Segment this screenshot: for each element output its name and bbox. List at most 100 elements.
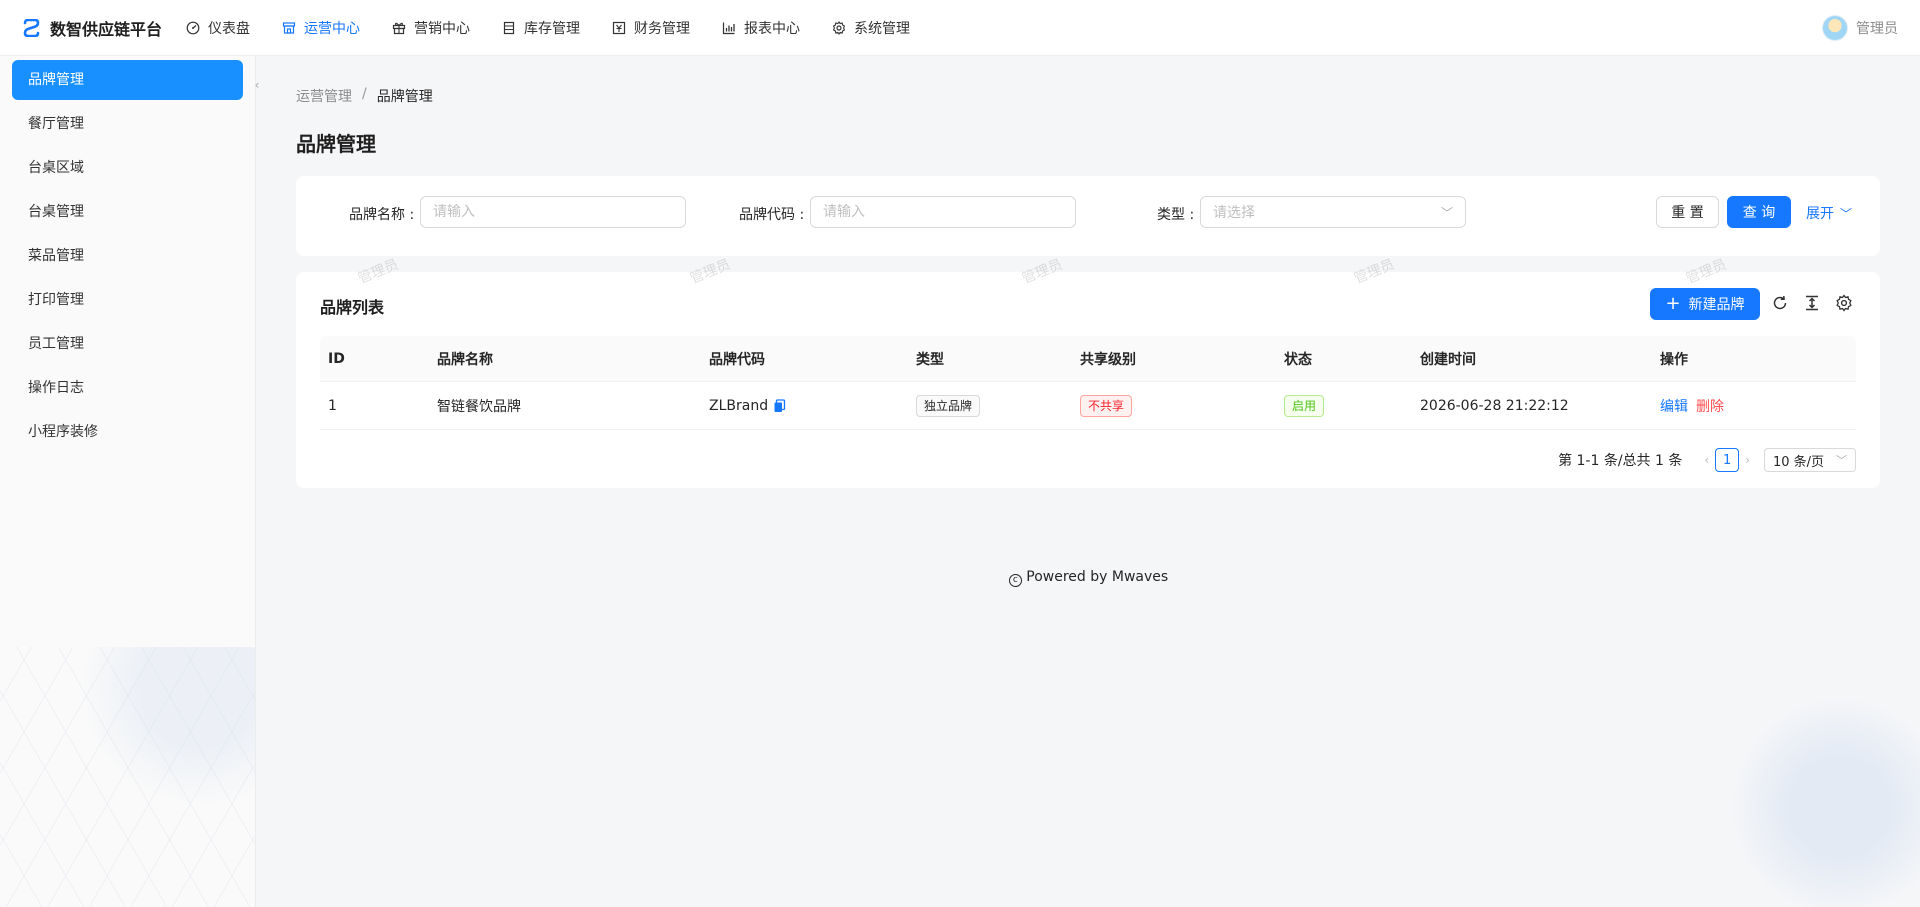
list-title: 品牌列表	[320, 298, 385, 317]
nav-item-dashboard[interactable]: 仪表盘	[186, 0, 250, 56]
shop-icon	[282, 21, 296, 34]
column-header-created-at: 创建时间	[1420, 351, 1476, 368]
brand-title: 数智供应链平台	[50, 19, 163, 39]
breadcrumb-parent[interactable]: 运营管理	[296, 86, 352, 106]
column-header-id: ID	[328, 350, 345, 367]
chevron-left-icon[interactable]: ‹	[1704, 453, 1709, 467]
type-select-placeholder: 请选择	[1213, 205, 1255, 221]
brand-code-input[interactable]	[810, 196, 1076, 228]
breadcrumb-separator: /	[362, 86, 367, 102]
brand-name-input[interactable]	[420, 196, 686, 228]
expand-label: 展开	[1806, 206, 1834, 222]
brand-code-label: 品牌代码 :	[739, 207, 805, 223]
nav-item-label: 仪表盘	[208, 20, 250, 37]
chevron-down-icon: ﹀	[1840, 206, 1853, 221]
nav-item-operations[interactable]: 运营中心	[282, 0, 360, 56]
search-form: 品牌名称 : 品牌代码 : 类型 : 请选择 ﹀ 重 置 查 询 展开 ﹀	[296, 176, 1880, 256]
cell-status: 启用	[1284, 382, 1325, 429]
nav-item-marketing[interactable]: 营销中心	[392, 0, 470, 56]
nav-item-label: 运营中心	[304, 20, 360, 37]
column-header-name: 品牌名称	[437, 351, 493, 368]
column-header-type: 类型	[916, 351, 944, 368]
user-menu[interactable]: 管理员	[1822, 0, 1898, 56]
edit-link[interactable]: 编辑	[1660, 396, 1688, 416]
nav-item-finance[interactable]: 财务管理	[612, 0, 690, 56]
top-header: 数智供应链平台 仪表盘 运营中心 营销中心 库存管理 财务管理 报表中心 系统管…	[0, 0, 1920, 56]
bar-chart-icon	[722, 22, 735, 34]
column-header-actions: 操作	[1660, 351, 1688, 368]
sidebar-item-dish[interactable]: 菜品管理	[12, 236, 243, 276]
top-nav: 仪表盘 运营中心 营销中心 库存管理 财务管理 报表中心 系统管理	[186, 0, 942, 56]
sidebar-item-table[interactable]: 台桌管理	[12, 192, 243, 232]
pagination-total: 第 1-1 条/总共 1 条	[1558, 453, 1683, 469]
sidebar-item-table-area[interactable]: 台桌区域	[12, 148, 243, 188]
sidebar-item-print[interactable]: 打印管理	[12, 280, 243, 320]
brand[interactable]: 数智供应链平台	[0, 16, 186, 40]
sidebar: 品牌管理 餐厅管理 台桌区域 台桌管理 菜品管理 打印管理 员工管理 操作日志 …	[0, 56, 256, 907]
brand-list-card: 品牌列表 + 新建品牌 ID 品牌名称 品牌代码 类型 共享级别 状态 创建时间	[296, 272, 1880, 488]
table-header: ID 品牌名称 品牌代码 类型 共享级别 状态 创建时间 操作	[320, 336, 1856, 382]
cell-share-level: 不共享	[1080, 382, 1133, 429]
gift-icon	[392, 22, 406, 34]
sidebar-item-staff[interactable]: 员工管理	[12, 324, 243, 364]
expand-button[interactable]: 展开 ﹀	[1806, 203, 1852, 223]
brand-name-label: 品牌名称 :	[349, 207, 415, 223]
copy-icon[interactable]	[773, 398, 786, 413]
avatar	[1822, 15, 1848, 41]
reload-icon[interactable]	[1771, 294, 1789, 312]
type-tag: 独立品牌	[916, 394, 981, 417]
finance-icon	[612, 21, 626, 34]
page-size-value: 10 条/页	[1773, 454, 1825, 470]
table-row: 1 智链餐饮品牌 ZLBrand 独立品牌 不共享 启用 2026-06-28 …	[320, 382, 1856, 430]
footer-text: Powered by Mwaves	[1026, 569, 1169, 585]
main-decoration	[1700, 667, 1920, 907]
reset-button[interactable]: 重 置	[1656, 196, 1719, 228]
nav-item-inventory[interactable]: 库存管理	[502, 0, 580, 56]
cell-created-at: 2026-06-28 21:22:12	[1420, 397, 1569, 414]
cell-actions: 编辑 删除	[1660, 382, 1724, 429]
nav-item-reports[interactable]: 报表中心	[722, 0, 800, 56]
chevron-down-icon: ﹀	[1836, 454, 1847, 467]
nav-item-label: 库存管理	[524, 20, 580, 37]
pagination: 第 1-1 条/总共 1 条 ‹ 1 › 10 条/页 ﹀	[1558, 448, 1856, 472]
brand-logo-icon	[23, 18, 40, 37]
sidebar-item-brand[interactable]: 品牌管理	[12, 60, 243, 100]
type-label: 类型 :	[1157, 207, 1195, 223]
status-badge: 启用	[1284, 394, 1325, 417]
cell-id: 1	[328, 397, 337, 414]
cell-name: 智链餐饮品牌	[437, 398, 521, 415]
sidebar-item-restaurant[interactable]: 餐厅管理	[12, 104, 243, 144]
new-brand-button[interactable]: + 新建品牌	[1650, 288, 1760, 320]
column-header-status: 状态	[1284, 351, 1312, 368]
page-number-button[interactable]: 1	[1715, 448, 1740, 472]
inventory-icon	[503, 21, 515, 34]
gear-icon	[832, 20, 846, 35]
sidebar-item-operation-log[interactable]: 操作日志	[12, 368, 243, 408]
user-name: 管理员	[1856, 21, 1898, 37]
cell-code: ZLBrand	[709, 382, 786, 429]
footer: c Powered by Mwaves	[257, 569, 1920, 587]
main-content: 运营管理 / 品牌管理 品牌管理 品牌名称 : 品牌代码 : 类型 : 请选择 …	[257, 56, 1920, 907]
nav-item-system[interactable]: 系统管理	[832, 0, 910, 56]
sidebar-collapse-button[interactable]: ‹	[247, 73, 267, 97]
brand-code-text: ZLBrand	[709, 397, 769, 414]
page-size-select[interactable]: 10 条/页 ﹀	[1764, 448, 1856, 472]
type-select[interactable]: 请选择 ﹀	[1200, 196, 1466, 228]
nav-item-label: 营销中心	[414, 20, 470, 37]
sidebar-menu: 品牌管理 餐厅管理 台桌区域 台桌管理 菜品管理 打印管理 员工管理 操作日志 …	[0, 56, 255, 452]
settings-icon[interactable]	[1835, 294, 1853, 312]
delete-link[interactable]: 删除	[1696, 396, 1724, 416]
query-button[interactable]: 查 询	[1727, 196, 1791, 228]
breadcrumb: 运营管理 / 品牌管理	[296, 86, 433, 106]
column-header-code: 品牌代码	[709, 351, 765, 368]
breadcrumb-current: 品牌管理	[376, 89, 433, 105]
chevron-left-icon: ‹	[254, 78, 260, 92]
column-height-icon[interactable]	[1803, 294, 1821, 312]
chevron-down-icon: ﹀	[1440, 205, 1453, 220]
copyright-icon: c	[1008, 574, 1022, 587]
plus-icon: +	[1665, 293, 1681, 314]
sidebar-decoration	[0, 647, 255, 907]
nav-item-label: 报表中心	[744, 20, 800, 37]
chevron-right-icon[interactable]: ›	[1745, 453, 1750, 467]
sidebar-item-miniprogram[interactable]: 小程序装修	[12, 412, 243, 452]
